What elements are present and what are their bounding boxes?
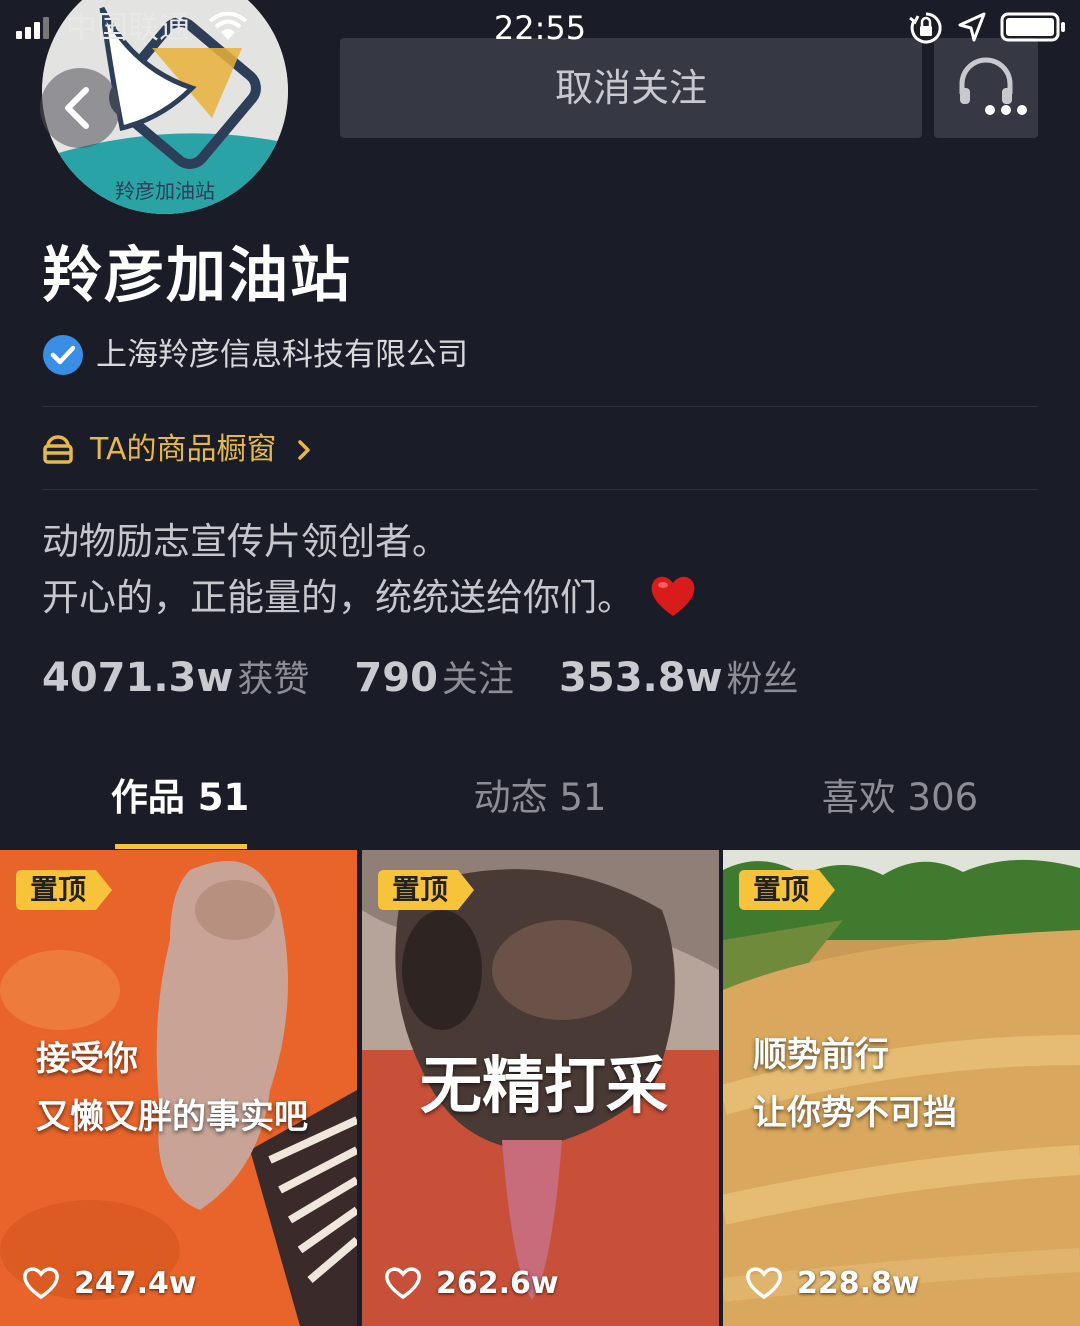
shop-icon (43, 435, 73, 464)
caption-line: 接受你 (36, 1039, 138, 1079)
stat-followers[interactable]: 353.8w 粉丝 (559, 650, 799, 702)
pin-label: 置顶 (392, 873, 449, 906)
pin-label: 置顶 (753, 873, 810, 906)
tab-moments[interactable]: 动态 51 (360, 760, 720, 836)
profile-name: 羚彦加油站 (42, 241, 352, 311)
profile-bio: 动物励志宣传片领创者。 开心的，正能量的，统统送给你们。 (42, 514, 698, 626)
video-thumbnail[interactable]: 置顶 无精打采 262.6w (362, 850, 719, 1326)
stat-value: 4071.3w (42, 655, 234, 701)
caption-line: 让你势不可挡 (753, 1093, 957, 1133)
like-count-value: 262.6w (436, 1266, 559, 1301)
profile-tabs: 作品 51 动态 51 喜欢 306 (0, 760, 1080, 850)
video-thumbnail[interactable]: 置顶 顺势前行 让你势不可挡 228.8w (723, 850, 1080, 1326)
stat-label: 粉丝 (726, 659, 799, 700)
verified-check-icon (43, 335, 83, 375)
pinned-badge: 置顶 (16, 870, 112, 910)
red-heart-emoji-icon (651, 576, 695, 616)
heart-outline-icon (385, 1267, 421, 1300)
active-tab-indicator (115, 844, 247, 849)
heart-outline-icon (746, 1267, 782, 1300)
divider (42, 406, 1038, 407)
pinned-badge: 置顶 (378, 870, 474, 910)
caption-line: 无精打采 (420, 1049, 669, 1122)
stat-following[interactable]: 790 关注 (354, 650, 514, 702)
avatar-text: 羚彦加油站 (115, 179, 215, 203)
company-name: 上海羚彦信息科技有限公司 (96, 337, 468, 373)
video-thumbnail[interactable]: 置顶 接受你 又懒又胖的事实吧 247.4w (0, 850, 357, 1326)
video-caption: 接受你 又懒又胖的事实吧 (36, 1030, 308, 1146)
chevron-left-icon (65, 87, 89, 129)
like-count-value: 228.8w (797, 1266, 920, 1301)
pin-label: 置顶 (30, 873, 87, 906)
pinned-badge: 置顶 (739, 870, 835, 910)
video-grid: 置顶 接受你 又懒又胖的事实吧 247.4w 置顶 无精打采 262.6w 置顶… (0, 850, 1080, 1326)
caption-line: 顺势前行 (753, 1035, 889, 1075)
stat-label: 获赞 (237, 659, 310, 700)
battery-icon (1000, 12, 1065, 42)
stat-likes: 4071.3w 获赞 (42, 650, 309, 702)
bio-line: 动物励志宣传片领创者。 (42, 520, 449, 563)
video-caption: 顺势前行 让你势不可挡 (753, 1026, 957, 1142)
bio-line-with-emoji: 开心的，正能量的，统统送给你们。 (42, 570, 698, 626)
caption-line: 又懒又胖的事实吧 (36, 1097, 308, 1137)
stat-value: 353.8w (559, 655, 723, 701)
heart-outline-icon (23, 1267, 59, 1300)
stat-value: 790 (354, 655, 438, 701)
profile-stats: 4071.3w 获赞 790 关注 353.8w 粉丝 (42, 650, 839, 710)
stat-label: 关注 (441, 659, 514, 700)
shop-window-label: TA的商品橱窗 (90, 432, 277, 467)
divider (42, 489, 1038, 490)
orientation-lock-icon (909, 12, 942, 44)
back-button[interactable] (40, 68, 120, 148)
video-caption: 无精打采 (420, 1046, 668, 1126)
status-bar: 中国联通 22:55 (0, 0, 1080, 56)
chevron-right-icon (298, 440, 310, 460)
bio-line: 开心的，正能量的，统统送给你们。 (42, 576, 634, 619)
tab-works[interactable]: 作品 51 (0, 760, 360, 836)
like-count-value: 247.4w (74, 1266, 197, 1301)
location-arrow-icon (958, 12, 986, 42)
tab-liked[interactable]: 喜欢 306 (720, 760, 1080, 836)
